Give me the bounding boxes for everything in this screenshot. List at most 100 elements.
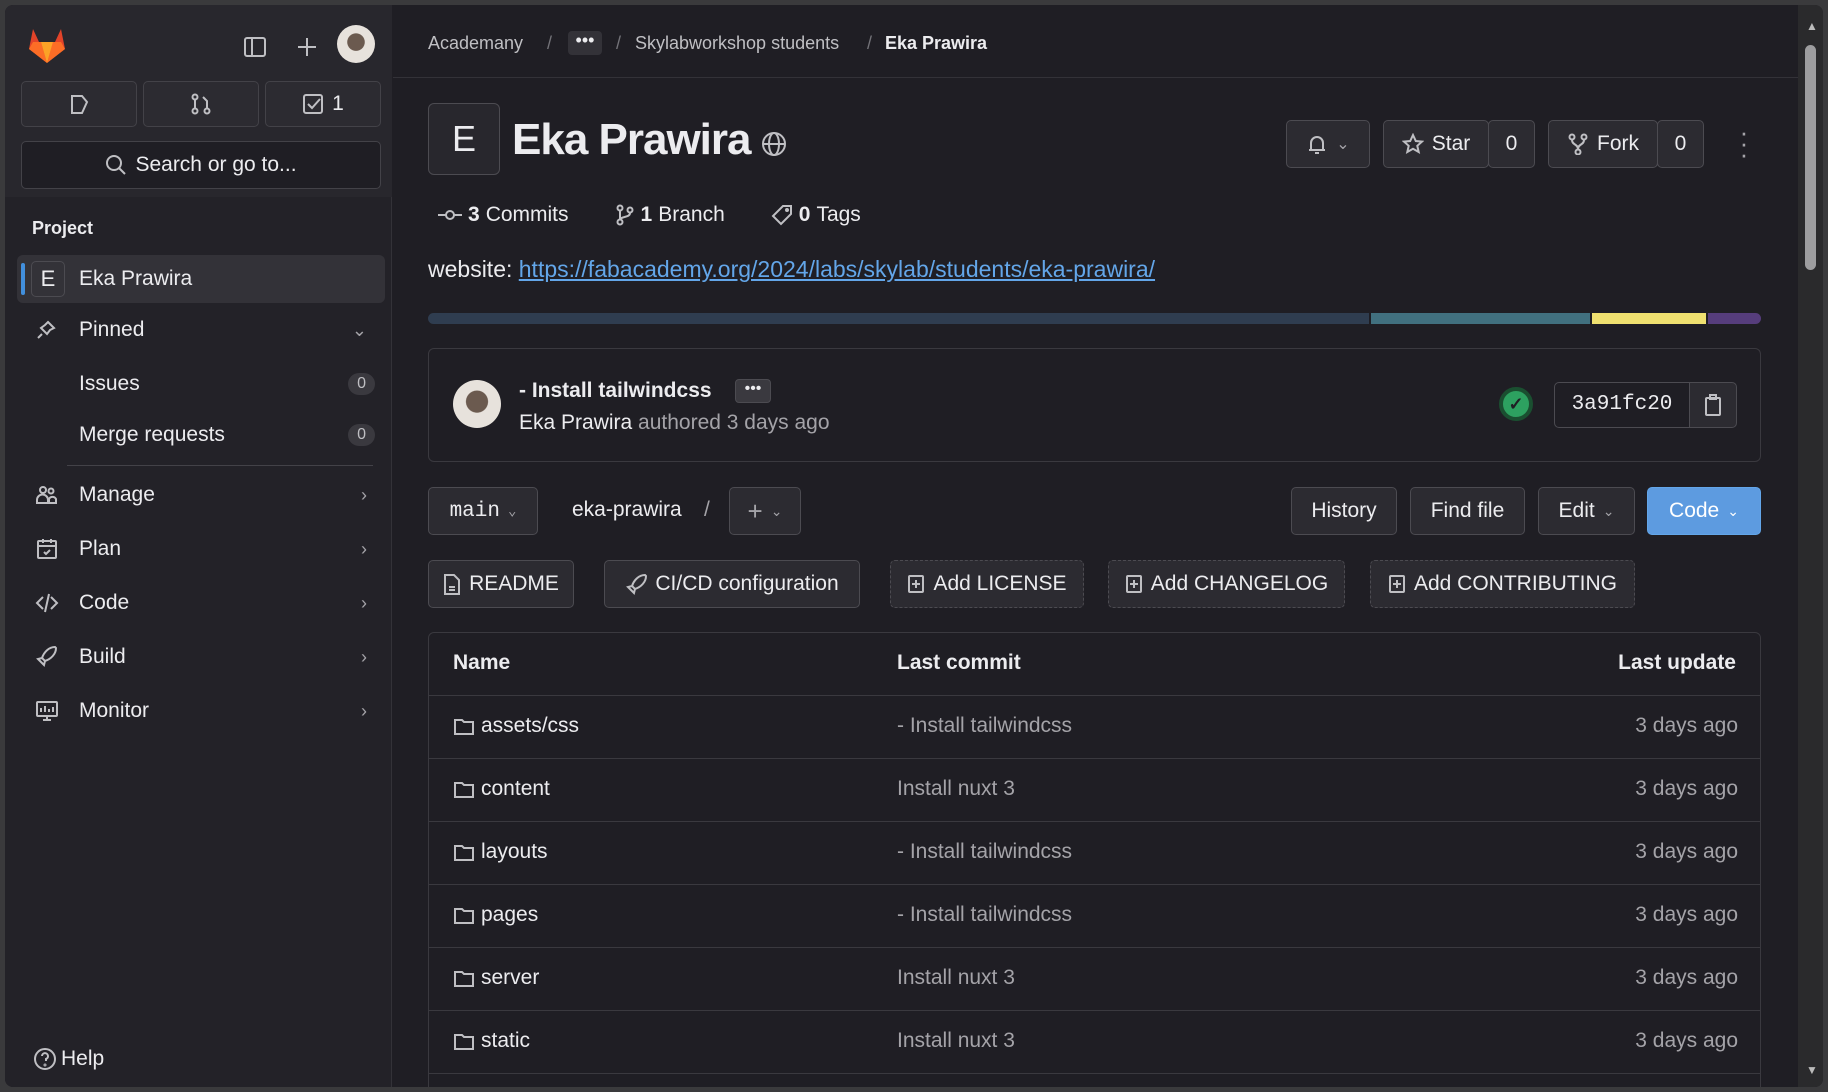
last-update: 3 days ago (1635, 1029, 1738, 1052)
repo-path-link[interactable]: eka-prawira (572, 498, 682, 522)
commit-message-link[interactable]: Install nuxt 3 (897, 777, 1015, 801)
sidebar-item-label: Pinned (79, 318, 145, 341)
merge-requests-shortcut-button[interactable] (143, 81, 259, 127)
search-input[interactable]: Search or go to... (21, 141, 381, 189)
table-row[interactable] (429, 1073, 1760, 1087)
fork-count[interactable]: 0 (1657, 120, 1704, 168)
sidebar-item-build[interactable]: Build › (17, 633, 385, 681)
find-file-button[interactable]: Find file (1410, 487, 1525, 535)
commit-message-link[interactable]: - Install tailwindcss (897, 840, 1072, 864)
language-bar[interactable] (428, 313, 1761, 324)
language-segment[interactable] (1370, 313, 1590, 324)
sidebar-item-manage[interactable]: Manage › (17, 471, 385, 519)
add-contributing-button[interactable]: Add CONTRIBUTING (1370, 560, 1635, 608)
file-plus-icon (908, 575, 925, 593)
commit-message-link[interactable]: Install nuxt 3 (897, 1029, 1015, 1053)
file-icon (444, 574, 461, 595)
header-divider (393, 77, 1798, 78)
sidebar-item-project[interactable]: E Eka Prawira (17, 255, 385, 303)
language-segment[interactable] (1591, 313, 1706, 324)
last-commit-panel: - Install tailwindcss ••• Eka Prawira au… (428, 348, 1761, 462)
breadcrumb-group[interactable]: Skylabworkshop students (635, 33, 839, 54)
edit-dropdown[interactable]: Edit ⌄ (1538, 487, 1635, 535)
commit-author-avatar[interactable] (453, 380, 501, 428)
commit-message-link[interactable]: - Install tailwindcss (897, 903, 1072, 927)
chevron-down-icon: ⌄ (770, 502, 783, 519)
table-row[interactable]: pages - Install tailwindcss 3 days ago (429, 884, 1760, 947)
merge-requests-count-badge: 0 (348, 424, 375, 446)
code-label: Code (1669, 499, 1720, 522)
folder-icon (454, 971, 474, 987)
breadcrumb-more-button[interactable]: ••• (568, 31, 602, 55)
code-dropdown[interactable]: Code ⌄ (1647, 487, 1761, 535)
sidebar-toggle-icon[interactable] (243, 35, 267, 59)
commit-message-link[interactable]: - Install tailwindcss (897, 714, 1072, 738)
language-segment[interactable] (1707, 313, 1761, 324)
commit-author-link[interactable]: Eka Prawira (519, 411, 632, 434)
last-update: 3 days ago (1635, 777, 1738, 800)
plus-icon[interactable] (295, 35, 319, 59)
scrollbar[interactable]: ▲ ▼ (1798, 5, 1823, 1087)
commits-link[interactable]: 3 Commits (438, 203, 569, 227)
file-name-link[interactable]: assets/css (481, 714, 579, 738)
add-changelog-button[interactable]: Add CHANGELOG (1108, 560, 1345, 608)
file-name-link[interactable]: pages (481, 903, 538, 927)
tags-link[interactable]: 0 Tags (771, 203, 861, 227)
monitor-icon (36, 701, 58, 721)
language-segment[interactable] (428, 313, 1369, 324)
chevron-right-icon: › (361, 592, 367, 613)
folder-icon (454, 719, 474, 735)
notifications-dropdown[interactable]: ⌄ (1286, 120, 1370, 168)
issues-shortcut-button[interactable] (21, 81, 137, 127)
file-name-link[interactable]: layouts (481, 840, 548, 864)
scrollbar-thumb[interactable] (1805, 45, 1816, 270)
sidebar-item-merge-requests[interactable]: Merge requests 0 (17, 411, 385, 459)
help-button[interactable]: Help (33, 1047, 104, 1071)
history-button[interactable]: History (1291, 487, 1397, 535)
sidebar-item-monitor[interactable]: Monitor › (17, 687, 385, 735)
sidebar-item-label: Code (79, 591, 130, 614)
file-name-link[interactable]: static (481, 1029, 530, 1053)
commit-sha[interactable]: 3a91fc20 (1554, 382, 1690, 428)
star-button[interactable]: Star (1383, 120, 1489, 168)
sidebar-item-plan[interactable]: Plan › (17, 525, 385, 573)
more-actions-icon[interactable]: · · · (1738, 119, 1750, 167)
commit-message-link[interactable]: Install nuxt 3 (897, 966, 1015, 990)
edit-label: Edit (1558, 499, 1595, 522)
table-row[interactable]: server Install nuxt 3 3 days ago (429, 947, 1760, 1010)
breadcrumb-academany[interactable]: Academany (428, 33, 523, 54)
pipeline-status-icon[interactable]: ✓ (1499, 387, 1533, 421)
gitlab-logo-icon[interactable] (27, 27, 67, 65)
cicd-configuration-button[interactable]: CI/CD configuration (604, 560, 860, 608)
scroll-down-arrow-icon[interactable]: ▼ (1806, 1063, 1818, 1077)
fork-button[interactable]: Fork (1548, 120, 1658, 168)
copy-sha-button[interactable] (1689, 382, 1737, 428)
add-license-button[interactable]: Add LICENSE (890, 560, 1084, 608)
branches-link[interactable]: 1 Branch (615, 203, 725, 227)
branch-selector[interactable]: main ⌄ (428, 487, 538, 535)
file-name-link[interactable]: server (481, 966, 539, 990)
todos-shortcut-button[interactable]: 1 (265, 81, 381, 127)
user-avatar[interactable] (337, 25, 375, 63)
fork-icon (1568, 133, 1588, 155)
todo-checkbox-icon (303, 94, 324, 114)
shortcut-label: README (469, 572, 559, 595)
table-row[interactable]: layouts - Install tailwindcss 3 days ago (429, 821, 1760, 884)
readme-button[interactable]: README (428, 560, 574, 608)
file-name-link[interactable]: content (481, 777, 550, 801)
scroll-up-arrow-icon[interactable]: ▲ (1806, 19, 1818, 33)
folder-icon (454, 1034, 474, 1050)
issues-count-badge: 0 (348, 373, 375, 395)
star-count[interactable]: 0 (1488, 120, 1535, 168)
table-row[interactable]: static Install nuxt 3 3 days ago (429, 1010, 1760, 1073)
sidebar-item-code[interactable]: Code › (17, 579, 385, 627)
commit-title-link[interactable]: - Install tailwindcss (519, 379, 712, 403)
table-row[interactable]: assets/css - Install tailwindcss 3 days ag… (429, 695, 1760, 758)
bell-icon (1309, 136, 1326, 154)
sidebar-item-pinned[interactable]: Pinned ⌄ (17, 306, 385, 354)
website-link[interactable]: https://fabacademy.org/2024/labs/skylab/… (519, 256, 1155, 282)
table-row[interactable]: content Install nuxt 3 3 days ago (429, 758, 1760, 821)
commit-description-toggle[interactable]: ••• (735, 379, 771, 403)
add-to-tree-dropdown[interactable]: + ⌄ (729, 487, 801, 535)
sidebar-item-issues[interactable]: Issues 0 (17, 360, 385, 408)
